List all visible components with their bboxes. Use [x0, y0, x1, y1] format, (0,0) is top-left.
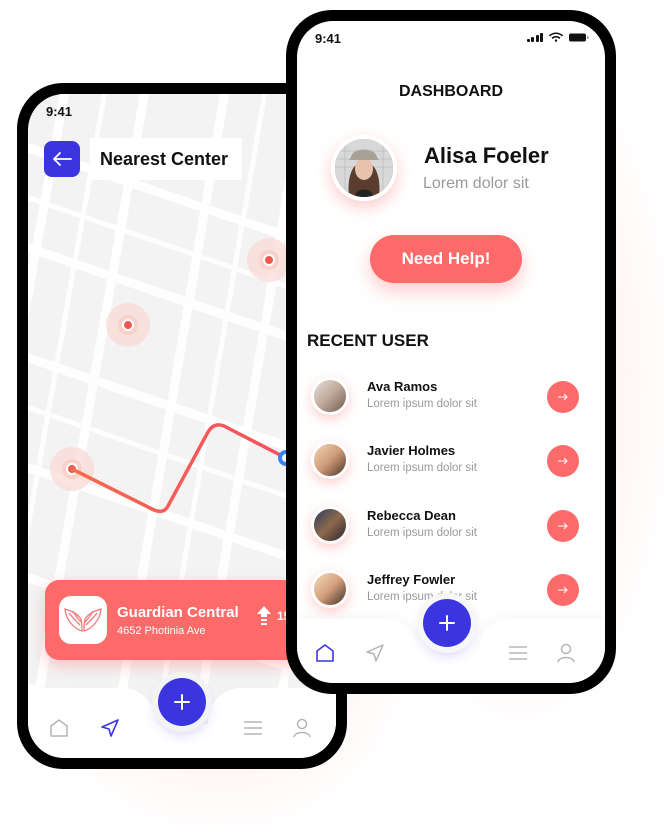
bottom-nav — [28, 678, 336, 758]
profile-subtitle: Lorem dolor sit — [423, 175, 529, 192]
nav-send[interactable] — [361, 639, 389, 667]
user-name: Ava Ramos — [367, 379, 438, 394]
back-button[interactable] — [44, 141, 80, 177]
center-name: Guardian Central — [117, 604, 239, 621]
open-user-button[interactable] — [547, 445, 579, 477]
add-button[interactable] — [423, 599, 471, 647]
phone-dashboard: 9:41 DASHBOARD Alisa Foeler Lorem dolor … — [286, 10, 616, 694]
nav-menu[interactable] — [504, 639, 532, 667]
status-icons — [526, 32, 590, 42]
plus-icon — [174, 694, 190, 710]
profile-photo — [335, 139, 393, 197]
add-button[interactable] — [158, 678, 206, 726]
recent-user-heading: RECENT USER — [307, 331, 429, 350]
user-name: Rebecca Dean — [367, 508, 456, 523]
location-marker-2[interactable] — [106, 303, 150, 347]
nav-bar-center — [138, 724, 228, 758]
status-time: 9:41 — [315, 31, 342, 46]
nav-home[interactable] — [311, 639, 339, 667]
user-subtitle: Lorem ipsum dolor sit — [367, 398, 477, 410]
nav-bar-right — [479, 619, 605, 683]
nav-home[interactable] — [45, 714, 73, 742]
menu-icon — [244, 721, 262, 735]
arrow-right-icon — [558, 457, 568, 465]
send-icon — [101, 719, 119, 737]
arrow-right-icon — [558, 586, 568, 594]
wifi-icon — [549, 32, 563, 42]
arrow-right-icon — [558, 522, 568, 530]
nav-send[interactable] — [96, 714, 124, 742]
user-subtitle: Lorem ipsum dolor sit — [367, 462, 477, 474]
nav-profile[interactable] — [288, 714, 316, 742]
profile-name: Alisa Foeler — [424, 143, 549, 168]
menu-icon — [509, 646, 527, 660]
avatar — [311, 570, 349, 608]
bottom-nav — [297, 599, 605, 683]
avatar — [311, 441, 349, 479]
avatar — [311, 506, 349, 544]
user-row[interactable]: Ava Ramos Lorem ipsum dolor sit — [297, 369, 605, 425]
user-row[interactable]: Javier Holmes Lorem ipsum dolor sit — [297, 433, 605, 489]
page-title: Nearest Center — [90, 138, 243, 180]
open-user-button[interactable] — [547, 510, 579, 542]
profile-avatar[interactable] — [331, 135, 397, 201]
user-row[interactable]: Rebecca Dean Lorem ipsum dolor sit — [297, 498, 605, 554]
need-help-button[interactable]: Need Help! — [370, 235, 522, 283]
location-marker-1[interactable] — [247, 238, 291, 282]
send-icon — [366, 644, 384, 662]
status-time: 9:41 — [46, 104, 73, 119]
user-subtitle: Lorem ipsum dolor sit — [367, 591, 477, 603]
nav-profile[interactable] — [552, 639, 580, 667]
home-icon — [316, 644, 334, 662]
page-title: DASHBOARD — [399, 83, 503, 100]
avatar — [311, 377, 349, 415]
battery-icon — [569, 33, 589, 41]
arrow-left-icon — [53, 152, 72, 166]
open-user-button[interactable] — [547, 574, 579, 606]
user-icon — [557, 643, 575, 663]
nav-bar-center — [407, 647, 497, 683]
open-user-button[interactable] — [547, 381, 579, 413]
center-logo — [59, 596, 107, 644]
nav-menu[interactable] — [239, 714, 267, 742]
plus-icon — [439, 615, 455, 631]
home-icon — [50, 719, 68, 737]
arrow-right-icon — [558, 393, 568, 401]
user-name: Jeffrey Fowler — [367, 572, 456, 587]
arrow-up-icon — [257, 606, 271, 625]
user-icon — [293, 718, 311, 738]
wings-icon — [64, 608, 102, 632]
user-name: Javier Holmes — [367, 443, 456, 458]
user-subtitle: Lorem ipsum dolor sit — [367, 527, 477, 539]
dashboard-screen: 9:41 DASHBOARD Alisa Foeler Lorem dolor … — [297, 21, 605, 683]
center-address: 4652 Photinia Ave — [117, 625, 206, 637]
signal-icon — [526, 32, 543, 42]
